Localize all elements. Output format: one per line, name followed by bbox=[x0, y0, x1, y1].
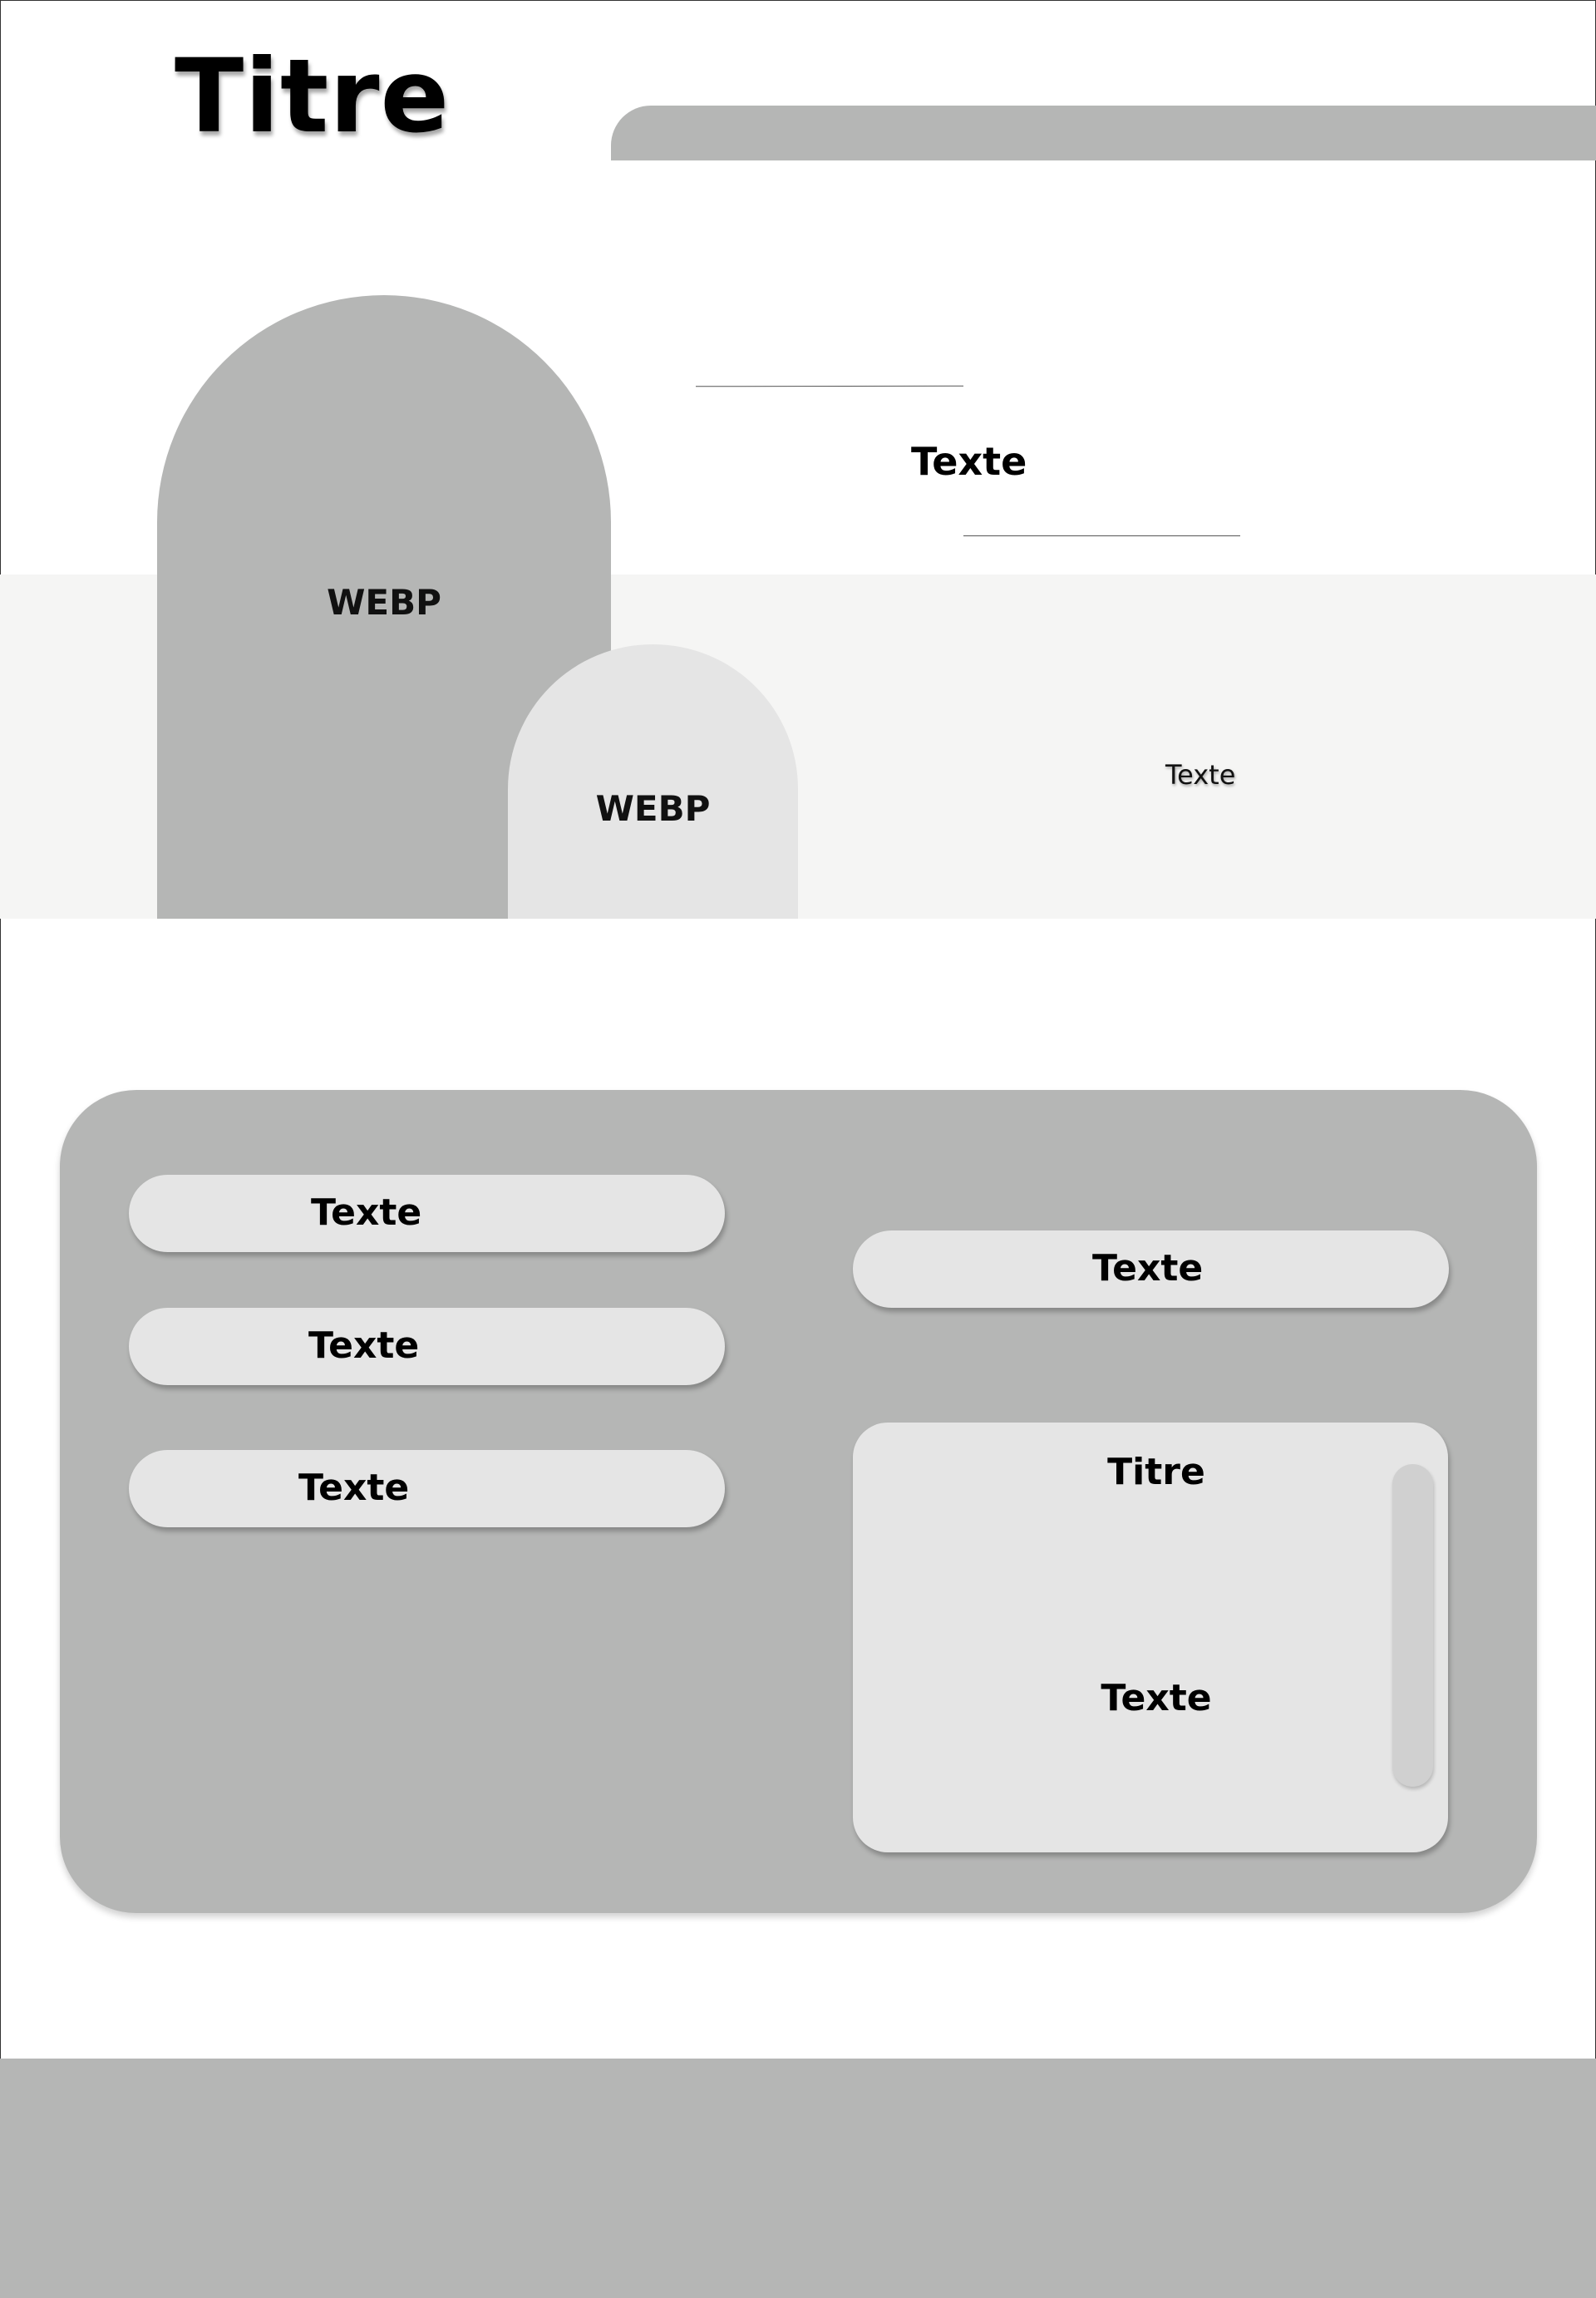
text-button-2-label: Texte bbox=[308, 1324, 420, 1367]
hero-image-small-label: WEBP bbox=[595, 788, 711, 829]
hero-text: Texte bbox=[911, 439, 1027, 484]
footer bbox=[0, 2059, 1596, 2298]
hero-image-small bbox=[508, 644, 798, 919]
card-title: Titre bbox=[1107, 1451, 1205, 1493]
band-text: Texte bbox=[1165, 759, 1236, 791]
page-title: Titre bbox=[175, 37, 451, 155]
text-button-3[interactable]: Texte bbox=[129, 1450, 725, 1527]
decorative-line-top bbox=[695, 385, 964, 387]
header-bar bbox=[611, 106, 1596, 160]
decorative-line-bottom bbox=[963, 535, 1240, 536]
text-button-1-label: Texte bbox=[311, 1191, 422, 1234]
card-text: Texte bbox=[1101, 1677, 1212, 1719]
text-button-1[interactable]: Texte bbox=[129, 1175, 725, 1252]
text-button-2[interactable]: Texte bbox=[129, 1308, 725, 1385]
text-button-3-label: Texte bbox=[298, 1467, 410, 1509]
scroll-card: Titre Texte bbox=[853, 1423, 1448, 1852]
hero-image-large-label: WEBP bbox=[327, 582, 441, 623]
card-scrollbar[interactable] bbox=[1392, 1464, 1433, 1787]
text-button-right-label: Texte bbox=[1092, 1247, 1204, 1290]
text-button-right[interactable]: Texte bbox=[853, 1230, 1449, 1308]
